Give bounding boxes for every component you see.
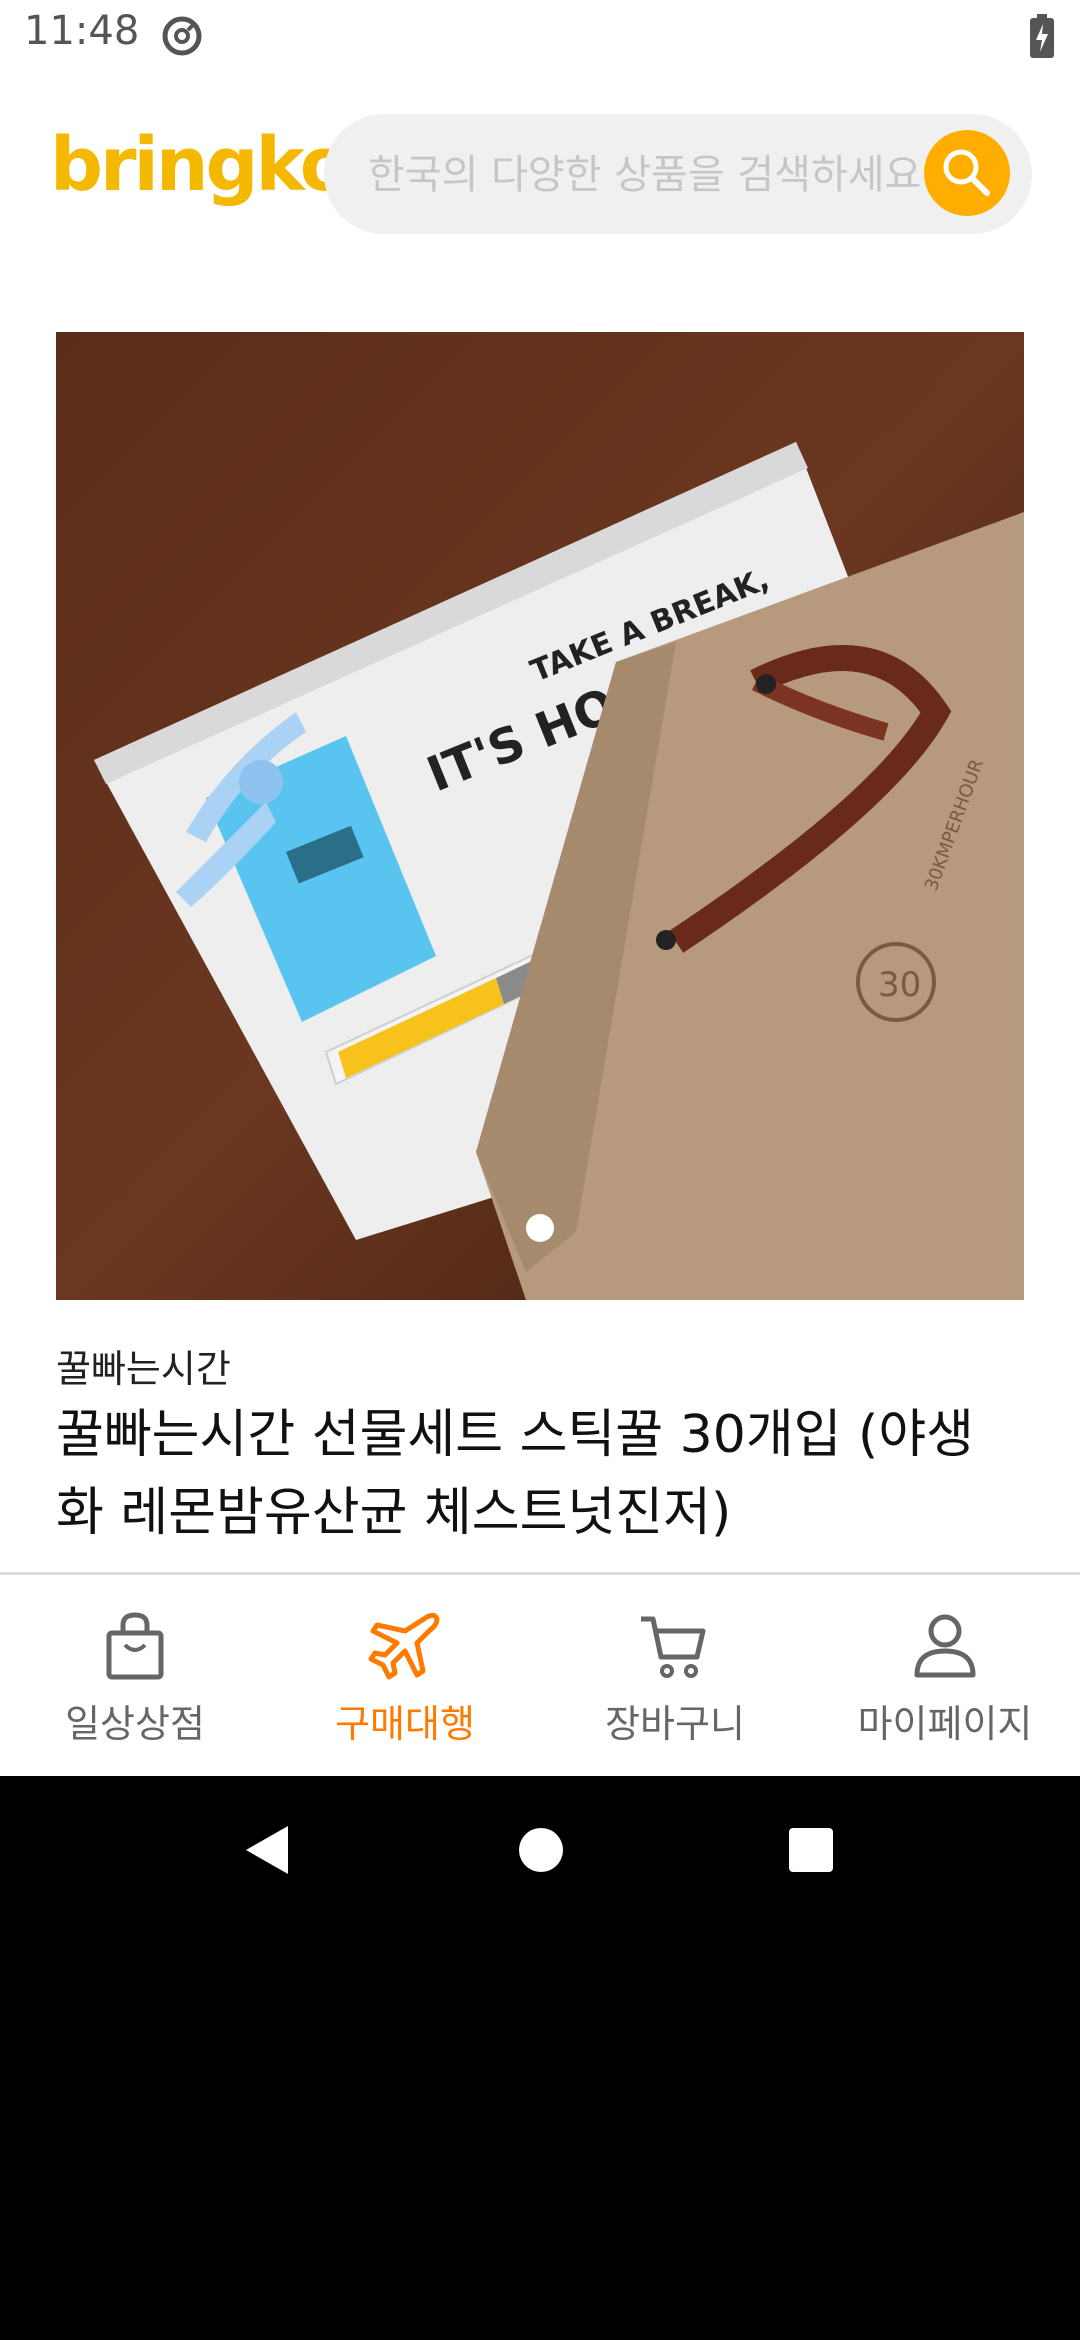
product-photo: TAKE A BREAK, IT'S HONEY TIME 30 30KMPER…	[56, 332, 1024, 1300]
nav-item-purchase-agent[interactable]: 구매대행	[270, 1575, 540, 1779]
carousel-dot[interactable]	[526, 1214, 554, 1242]
shopping-bag-icon	[106, 1612, 164, 1680]
nav-label-my-page: 마이페이지	[857, 1702, 1033, 1746]
bringko-logo[interactable]: bringko	[50, 122, 351, 208]
cart-icon	[641, 1616, 706, 1678]
app-header: bringko	[0, 100, 1080, 250]
nav-label-cart: 장바구니	[605, 1702, 745, 1746]
search-input[interactable]	[366, 114, 930, 234]
bottom-nav: 일상상점 구매대행 장바구니 마이페이지	[0, 1572, 1080, 1779]
nav-item-daily-store[interactable]: 일상상점	[0, 1575, 270, 1779]
search-bar[interactable]	[324, 114, 1032, 234]
back-icon[interactable]	[240, 1822, 296, 1878]
search-button[interactable]	[924, 130, 1010, 216]
nav-label-daily-store: 일상상점	[65, 1702, 205, 1746]
product-title[interactable]: 꿀빠는시간 선물세트 스틱꿀 30개입 (야생화 레몬밤유산균 체스트넛진저)	[56, 1396, 1016, 1552]
nav-item-my-page[interactable]: 마이페이지	[810, 1575, 1080, 1779]
user-icon	[914, 1614, 976, 1678]
nav-item-cart[interactable]: 장바구니	[540, 1575, 810, 1779]
product-image[interactable]: TAKE A BREAK, IT'S HONEY TIME 30 30KMPER…	[56, 332, 1024, 1300]
status-bar: 11:48	[0, 0, 1080, 72]
system-nav-bar	[0, 1776, 1080, 2340]
search-icon	[943, 149, 990, 196]
airplane-icon	[368, 1612, 440, 1680]
nav-label-purchase-agent: 구매대행	[335, 1702, 475, 1746]
recents-icon[interactable]	[788, 1822, 834, 1878]
at-sign-icon	[162, 16, 202, 56]
svg-text:30: 30	[878, 965, 921, 1005]
product-brand[interactable]: 꿀빠는시간	[56, 1338, 231, 1393]
home-icon[interactable]	[518, 1822, 564, 1878]
battery-charging-icon	[1030, 14, 1054, 58]
status-time: 11:48	[24, 8, 140, 54]
